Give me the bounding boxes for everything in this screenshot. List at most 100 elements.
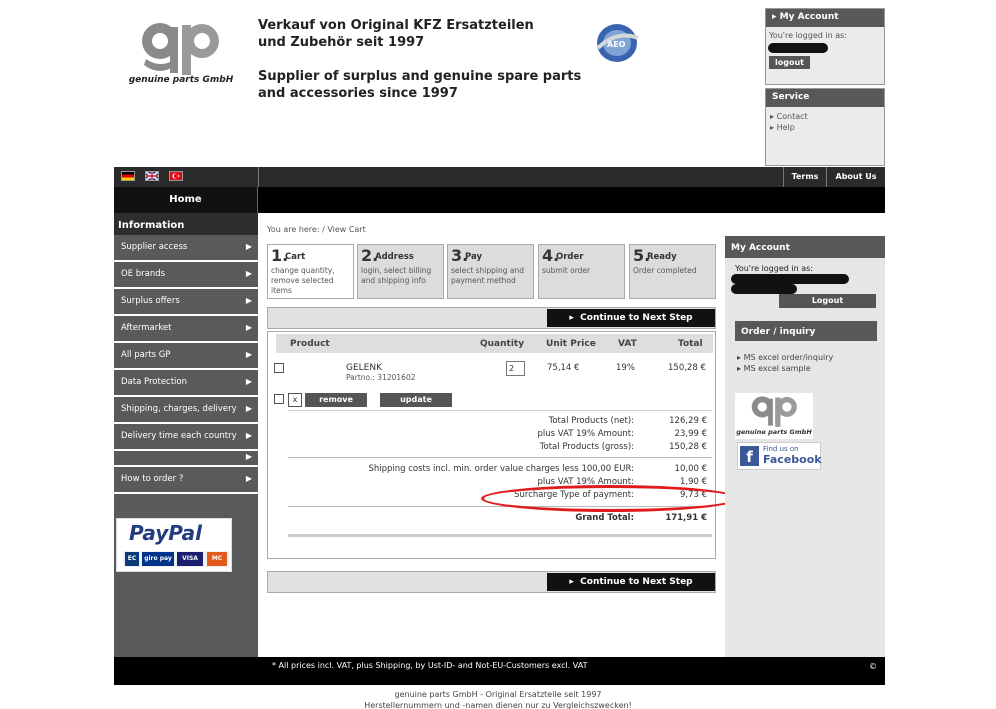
arrow-right-icon: ▶ — [245, 323, 252, 332]
small-company-logo[interactable]: genuine parts GmbH — [735, 393, 813, 439]
item-select-checkbox[interactable] — [274, 363, 284, 373]
total-gross-label: Total Products (gross): — [539, 442, 634, 452]
arrow-right-icon: ▶ — [245, 350, 252, 359]
flag-germany-icon[interactable] — [121, 171, 135, 181]
sidebar-heading: Information — [114, 213, 258, 235]
sidebar-item-surplus-offers[interactable]: Surplus offers ▶ — [114, 289, 258, 316]
update-button[interactable]: update — [380, 393, 452, 407]
my-account-title: ▸ My Account — [766, 9, 884, 27]
flag-turkey-icon[interactable] — [169, 171, 183, 181]
cart-table: Product Quantity Unit Price VAT Total GE… — [267, 331, 716, 559]
gp-logo-icon — [142, 23, 219, 75]
arrow-right-icon: ▶ — [245, 404, 252, 413]
clear-selection-button[interactable]: x — [288, 393, 302, 407]
continue-bar-top: ▸ Continue to Next Step — [267, 307, 716, 329]
giropay-card-icon: giro pay — [142, 552, 174, 566]
grand-total-label: Grand Total: — [575, 513, 634, 523]
right-logged-in-label: You're logged in as: — [735, 264, 813, 273]
arrow-right-icon: ▸ — [772, 12, 780, 22]
tagline-german: Verkauf von Original KFZ Ersatzteilen un… — [258, 18, 534, 50]
arrow-right-icon: ▶ — [245, 452, 252, 461]
quantity-input[interactable]: 2 — [506, 361, 525, 376]
sidebar-item-delivery-time[interactable]: Delivery time each country ▶ — [114, 424, 258, 451]
item-vat: 19% — [616, 363, 635, 373]
redacted-username — [768, 43, 828, 53]
step-ready[interactable]: 5. Ready Order completed — [629, 244, 716, 299]
continue-bar-bottom: ▸ Continue to Next Step — [267, 571, 716, 593]
company-logo[interactable]: genuine parts GmbH — [121, 17, 241, 87]
shipping-vat-value: 1,90 € — [679, 477, 707, 487]
service-link-contact[interactable]: ▸ Contact — [770, 111, 880, 122]
arrow-right-icon: ▶ — [245, 242, 252, 251]
col-product: Product — [290, 339, 330, 349]
about-us-link[interactable]: About Us — [826, 167, 885, 187]
logout-button[interactable]: logout — [769, 56, 810, 69]
arrow-right-icon: ▸ — [569, 313, 581, 323]
service-title: Service — [766, 89, 884, 107]
order-inquiry-title: Order / inquiry — [735, 321, 877, 341]
my-account-box: ▸ My Account You're logged in as: logout — [765, 8, 885, 85]
continue-button-top[interactable]: ▸ Continue to Next Step — [547, 309, 715, 327]
step-pay[interactable]: 3. Pay select shipping and payment metho… — [447, 244, 534, 299]
divider — [288, 534, 712, 537]
highlight-ellipse — [481, 485, 739, 512]
total-gross-value: 150,28 € — [669, 442, 707, 452]
left-sidebar: Information Supplier access ▶ OE brands ▶ … — [114, 213, 258, 657]
terms-link[interactable]: Terms — [783, 167, 826, 187]
small-logo-caption: genuine parts GmbH — [736, 428, 812, 436]
cart-header-row: Product Quantity Unit Price VAT Total — [276, 334, 713, 353]
flag-uk-cross — [145, 171, 159, 181]
sidebar-item-blank[interactable]: ▶ — [114, 451, 258, 467]
vat-amount-value: 23,99 € — [674, 429, 707, 439]
main-content: You are here: / View Cart 1. Cart change… — [258, 213, 725, 657]
arrow-right-icon: ▶ — [245, 377, 252, 386]
paypal-logo: PayPal — [129, 521, 203, 545]
aeo-certificate-icon: AEO — [596, 24, 639, 62]
right-my-account-title: My Account — [725, 236, 885, 258]
sidebar-item-all-parts-gp[interactable]: All parts GP ▶ — [114, 343, 258, 370]
step-address[interactable]: 2. Address login, select billing and shi… — [357, 244, 444, 299]
remove-button[interactable]: remove — [305, 393, 367, 407]
col-unit-price: Unit Price — [546, 339, 596, 349]
arrow-right-icon: ▸ — [569, 577, 581, 587]
visa-card-icon: VISA — [177, 552, 203, 566]
arrow-right-icon: ▶ — [245, 474, 252, 483]
breadcrumb: You are here: / View Cart — [267, 225, 366, 234]
item-name: GELENK — [346, 363, 382, 373]
grand-total-value: 171,91 € — [665, 513, 707, 523]
step-order[interactable]: 4. Order submit order — [538, 244, 625, 299]
sidebar-item-aftermarket[interactable]: Aftermarket ▶ — [114, 316, 258, 343]
redacted-username — [731, 274, 849, 284]
ec-card-icon: EC — [125, 552, 139, 566]
ms-excel-order-link[interactable]: ▸ MS excel order/inquiry — [737, 352, 833, 363]
item-partno: Partno.: 31201602 — [346, 373, 416, 382]
service-link-help[interactable]: ▸ Help — [770, 122, 880, 133]
home-tab[interactable]: Home — [114, 187, 258, 213]
flag-uk-icon[interactable] — [145, 171, 159, 181]
gp-logo-icon — [751, 396, 797, 427]
select-all-checkbox[interactable] — [274, 394, 284, 404]
logo-caption: genuine parts GmbH — [128, 75, 234, 85]
divider — [288, 410, 712, 411]
continue-button-bottom[interactable]: ▸ Continue to Next Step — [547, 573, 715, 591]
step-cart[interactable]: 1. Cart change quantity, remove selected… — [267, 244, 354, 299]
footer-line-2: Herstellernummern und -namen dienen nur … — [364, 701, 632, 709]
sidebar-item-oe-brands[interactable]: OE brands ▶ — [114, 262, 258, 289]
footer-bar: * All prices incl. VAT, plus Shipping, b… — [114, 657, 885, 685]
payment-cards: EC giro pay VISA MC — [123, 551, 229, 567]
svg-text:AEO: AEO — [607, 40, 626, 49]
arrow-right-icon: ▶ — [245, 269, 252, 278]
vat-amount-label: plus VAT 19% Amount: — [537, 429, 634, 439]
item-unit-price: 75,14 € — [547, 363, 580, 373]
service-box: Service ▸ Contact ▸ Help — [765, 88, 885, 166]
facebook-badge[interactable]: f Find us on Facebook — [737, 442, 822, 470]
right-logout-button[interactable]: Logout — [779, 294, 876, 308]
sidebar-item-data-protection[interactable]: Data Protection ▶ — [114, 370, 258, 397]
sidebar-item-how-to-order[interactable]: How to order ? ▶ — [114, 467, 258, 494]
paypal-badge: PayPal EC giro pay VISA MC — [116, 518, 232, 572]
copyright-symbol: © — [869, 662, 877, 671]
ms-excel-sample-link[interactable]: ▸ MS excel sample — [737, 363, 833, 374]
sidebar-item-shipping[interactable]: Shipping, charges, delivery ▶ — [114, 397, 258, 424]
sidebar-item-supplier-access[interactable]: Supplier access ▶ — [114, 235, 258, 262]
col-quantity: Quantity — [480, 339, 525, 349]
